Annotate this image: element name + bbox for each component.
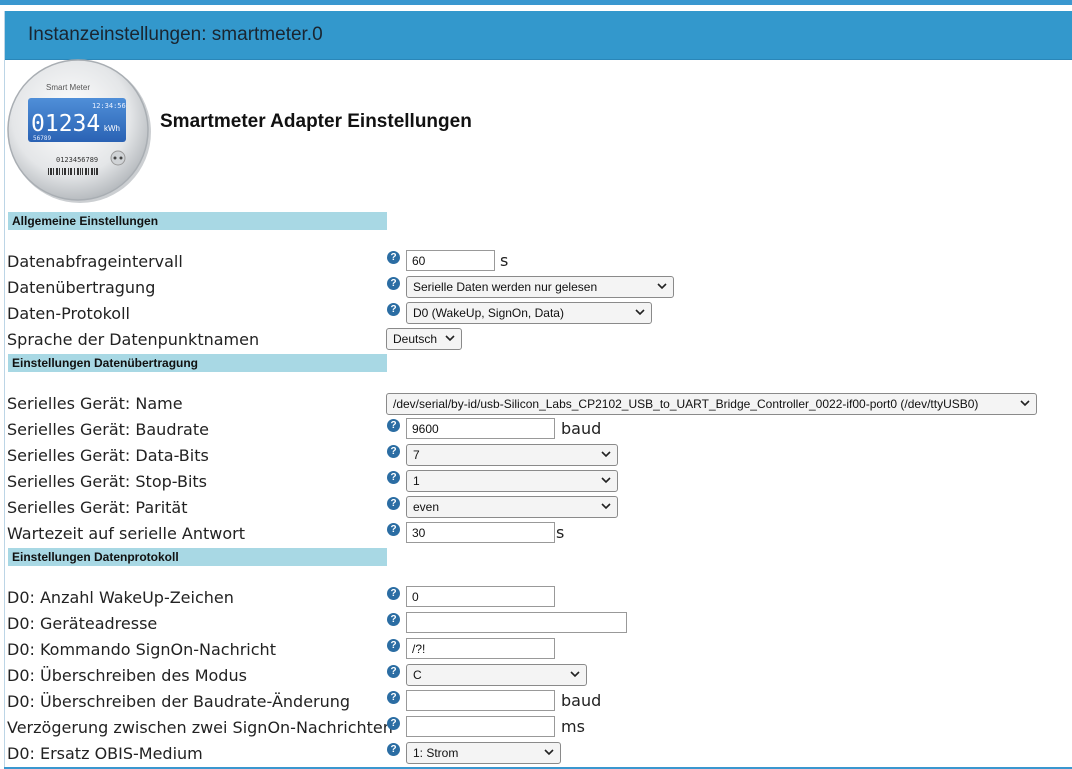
serial-name-select[interactable]: /dev/serial/by-id/usb-Silicon_Labs_CP210… <box>386 393 1037 415</box>
interval-unit: s <box>500 251 509 270</box>
response-wait-label: Wartezeit auf serielle Antwort <box>7 524 245 543</box>
meter-reading-text: 01234 <box>31 111 100 137</box>
help-icon[interactable]: ? <box>387 613 400 626</box>
stop-bits-select[interactable]: 1 <box>406 470 618 492</box>
help-icon[interactable]: ? <box>387 691 400 704</box>
help-icon[interactable]: ? <box>387 445 400 458</box>
parity-value: even <box>413 500 440 514</box>
help-icon[interactable]: ? <box>387 303 400 316</box>
interval-input[interactable]: 60 <box>406 250 495 271</box>
mode-override-select[interactable]: C <box>406 664 587 686</box>
stop-bits-value: 1 <box>413 474 420 488</box>
section-header-protocol: Einstellungen Datenprotokoll <box>8 548 387 566</box>
help-icon[interactable]: ? <box>387 419 400 432</box>
meter-unit-text: kWh <box>104 124 120 133</box>
help-icon[interactable]: ? <box>387 665 400 678</box>
help-icon[interactable]: ? <box>387 639 400 652</box>
stop-bits-label: Serielles Gerät: Stop-Bits <box>7 472 208 491</box>
help-icon[interactable]: ? <box>387 523 400 536</box>
dialog-titlebar: Instanzeinstellungen: smartmeter.0 <box>5 11 1072 60</box>
protocol-value: D0 (WakeUp, SignOn, Data) <box>413 306 564 320</box>
signon-command-label: D0: Kommando SignOn-Nachricht <box>7 640 276 659</box>
language-value: Deutsch <box>393 332 438 346</box>
signon-delay-input[interactable] <box>406 716 555 737</box>
response-wait-input[interactable]: 30 <box>406 522 555 543</box>
wakeup-chars-input[interactable]: 0 <box>406 586 555 607</box>
chevron-down-icon <box>570 671 580 678</box>
mode-override-label: D0: Überschreiben des Modus <box>7 666 247 685</box>
help-icon[interactable]: ? <box>387 251 400 264</box>
chevron-down-icon <box>635 309 645 316</box>
parity-select[interactable]: even <box>406 496 618 518</box>
chevron-down-icon <box>657 283 667 290</box>
data-bits-select[interactable]: 7 <box>406 444 618 466</box>
device-address-label: D0: Geräteadresse <box>7 614 158 633</box>
baudrate-input[interactable]: 9600 <box>406 418 555 439</box>
serial-name-value: /dev/serial/by-id/usb-Silicon_Labs_CP210… <box>393 397 979 411</box>
help-icon[interactable]: ? <box>387 497 400 510</box>
signon-delay-label: Verzögerung zwischen zwei SignOn-Nachric… <box>7 718 393 737</box>
top-accent-bar <box>0 0 1072 5</box>
signon-command-input[interactable]: /?! <box>406 638 555 659</box>
transmission-label: Datenübertragung <box>7 278 156 297</box>
language-select[interactable]: Deutsch <box>386 328 462 350</box>
help-icon[interactable]: ? <box>387 587 400 600</box>
chevron-down-icon <box>601 503 611 510</box>
baudrate-change-unit: baud <box>561 691 602 710</box>
wakeup-chars-label: D0: Anzahl WakeUp-Zeichen <box>7 588 234 607</box>
meter-brand-text: Smart Meter <box>46 83 90 92</box>
baudrate-unit: baud <box>561 419 602 438</box>
baudrate-change-label: D0: Überschreiben der Baudrate-Änderung <box>7 692 351 711</box>
serial-name-label: Serielles Gerät: Name <box>7 394 183 413</box>
obis-medium-select[interactable]: 1: Strom <box>406 742 561 764</box>
baudrate-label: Serielles Gerät: Baudrate <box>7 420 209 439</box>
protocol-select[interactable]: D0 (WakeUp, SignOn, Data) <box>406 302 652 324</box>
language-label: Sprache der Datenpunktnamen <box>7 330 260 349</box>
baudrate-change-input[interactable] <box>406 690 555 711</box>
response-wait-unit: s <box>556 523 565 542</box>
meter-serial-text: 0123456789 <box>56 156 98 164</box>
transmission-value: Serielle Daten werden nur gelesen <box>413 280 598 294</box>
page-heading: Smartmeter Adapter Einstellungen <box>160 111 472 132</box>
mode-override-value: C <box>413 668 422 682</box>
section-title: Allgemeine Einstellungen <box>12 214 159 228</box>
section-title: Einstellungen Datenprotokoll <box>12 550 179 564</box>
data-bits-label: Serielles Gerät: Data-Bits <box>7 446 209 465</box>
meter-sub-text: 56789 <box>33 135 51 142</box>
transmission-select[interactable]: Serielle Daten werden nur gelesen <box>406 276 674 298</box>
chevron-down-icon <box>445 335 455 342</box>
protocol-label: Daten-Protokoll <box>7 304 130 323</box>
section-title: Einstellungen Datenübertragung <box>12 356 199 370</box>
chevron-down-icon <box>601 477 611 484</box>
help-icon[interactable]: ? <box>387 471 400 484</box>
data-bits-value: 7 <box>413 448 420 462</box>
chevron-down-icon <box>544 749 554 756</box>
help-icon[interactable]: ? <box>387 277 400 290</box>
section-header-general: Allgemeine Einstellungen <box>8 212 387 230</box>
meter-time-text: 12:34:56 <box>92 102 126 110</box>
section-header-transfer: Einstellungen Datenübertragung <box>8 354 387 372</box>
smart-meter-logo-icon: Smart Meter 12:34:56 01234 kWh 56789 012… <box>7 59 151 203</box>
obis-medium-value: 1: Strom <box>413 746 459 760</box>
parity-label: Serielles Gerät: Parität <box>7 498 188 517</box>
device-address-input[interactable] <box>406 612 627 633</box>
help-icon[interactable]: ? <box>387 717 400 730</box>
interval-label: Datenabfrageintervall <box>7 252 183 271</box>
dialog-title: Instanzeinstellungen: smartmeter.0 <box>28 24 323 45</box>
chevron-down-icon <box>601 451 611 458</box>
help-icon[interactable]: ? <box>387 743 400 756</box>
signon-delay-unit: ms <box>561 717 585 736</box>
chevron-down-icon <box>1020 400 1030 407</box>
obis-medium-label: D0: Ersatz OBIS-Medium <box>7 744 203 763</box>
